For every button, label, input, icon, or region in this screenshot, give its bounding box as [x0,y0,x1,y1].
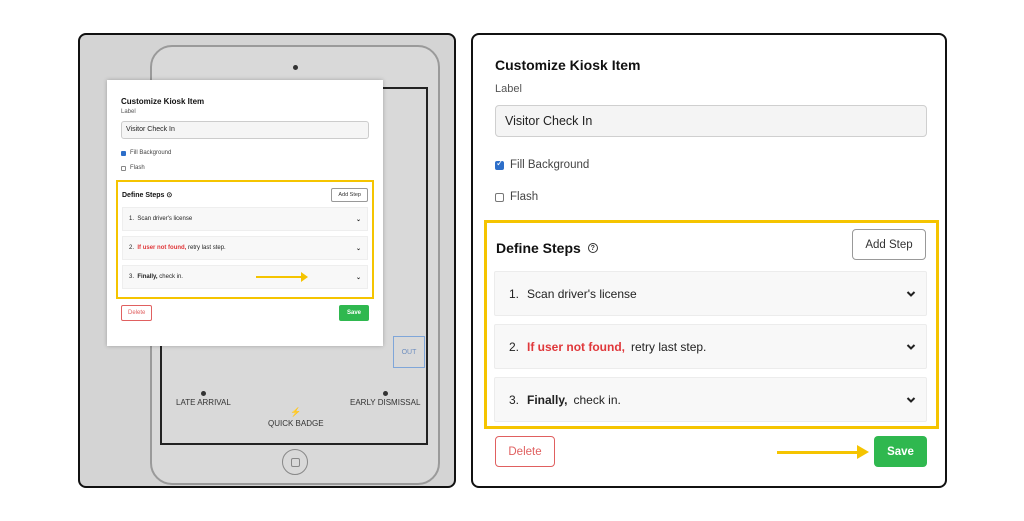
mini-fill-background-label: Fill Background [130,150,172,156]
step-row-1[interactable]: 1. Scan driver's license [494,271,927,316]
chevron-down-icon[interactable] [906,342,916,352]
step-emphasis: If user not found, [527,339,626,354]
checkbox-unchecked-icon[interactable] [495,192,504,202]
chevron-down-icon: ⌄ [355,274,361,281]
kiosk-out-button[interactable]: OUT [393,336,425,368]
mini-modal-title: Customize Kiosk Item [121,97,205,106]
flash-checkbox[interactable]: Flash [495,191,538,203]
step-description: retry last step. [631,339,707,354]
step-number: 1. [509,286,520,301]
flash-label: Flash [510,191,539,203]
mini-define-steps-section: Define Steps ⊙ Add Step 1. Scan driver's… [116,180,374,299]
chevron-down-icon: ⌄ [355,245,361,252]
mini-save-button[interactable]: Save [338,305,369,321]
clock-icon [382,391,388,396]
mini-label-caption: Label [121,109,136,115]
mini-fill-background-checkbox[interactable]: Fill Background [121,150,369,156]
customize-modal: Customize Kiosk Item Label Fill Backgrou… [471,33,947,488]
kiosk-early-dismissal[interactable]: EARLY DISMISSAL [350,391,420,407]
tablet-preview-panel: OUT LATE ARRIVAL ⚡ QUICK BADGE EARLY DIS… [78,33,456,488]
chevron-down-icon[interactable] [906,289,916,299]
checkbox-checked-icon [121,150,126,156]
step-description: check in. [573,392,621,407]
mini-add-step-button[interactable]: Add Step [331,188,368,202]
steps-title: Define Steps ? [496,240,598,256]
mini-step-row[interactable]: 3. Finally, check in. ⌄ [122,265,368,289]
kiosk-quick-badge-label: QUICK BADGE [268,419,324,428]
define-steps-section: Define Steps ? Add Step 1. Scan driver's … [484,220,939,429]
kiosk-late-arrival-label: LATE ARRIVAL [176,398,231,407]
mini-label-input[interactable]: Visitor Check In [121,121,369,139]
clock-icon [200,391,206,396]
steps-title-text: Define Steps [496,240,581,256]
step-text: 1. Scan driver's license [509,287,637,301]
add-step-button[interactable]: Add Step [852,229,926,260]
checkbox-unchecked-icon [121,165,126,171]
label-caption: Label [495,83,522,95]
step-text: 3. Finally, check in. [509,393,621,407]
delete-button[interactable]: Delete [495,436,555,467]
step-number: 3. [509,392,520,407]
home-button [282,449,308,475]
fill-background-checkbox[interactable]: Fill Background [495,159,589,171]
mini-pointer-arrow [256,272,308,282]
bolt-icon: ⚡ [290,407,302,417]
step-text: 2. If user not found, retry last step. [509,340,706,354]
mini-step-row[interactable]: 2. If user not found, retry last step. ⌄ [122,236,368,260]
mini-customize-modal: Customize Kiosk Item Label Visitor Check… [107,80,383,346]
mini-delete-button[interactable]: Delete [121,305,153,321]
mini-flash-checkbox[interactable]: Flash [121,165,369,171]
mini-step-row[interactable]: 1. Scan driver's license ⌄ [122,207,368,231]
mini-flash-label: Flash [130,165,145,171]
step-row-3[interactable]: 3. Finally, check in. [494,377,927,422]
kiosk-quick-badge[interactable]: ⚡ QUICK BADGE [268,407,324,428]
kiosk-late-arrival[interactable]: LATE ARRIVAL [176,391,231,407]
fill-background-label: Fill Background [510,159,590,171]
mini-steps-title: Define Steps ⊙ [122,192,173,199]
chevron-down-icon: ⌄ [355,216,361,223]
label-input[interactable] [495,105,927,137]
save-button[interactable]: Save [874,436,927,467]
kiosk-early-dismissal-label: EARLY DISMISSAL [350,398,421,407]
checkbox-checked-icon[interactable] [495,159,504,170]
pointer-arrow [777,445,869,459]
step-row-2[interactable]: 2. If user not found, retry last step. [494,324,927,369]
step-number: 2. [509,339,520,354]
modal-title: Customize Kiosk Item [495,57,641,73]
step-description: Scan driver's license [527,286,637,301]
step-emphasis: Finally, [527,392,568,407]
chevron-down-icon[interactable] [906,395,916,405]
camera-dot [293,65,298,70]
help-icon[interactable]: ? [587,243,598,253]
